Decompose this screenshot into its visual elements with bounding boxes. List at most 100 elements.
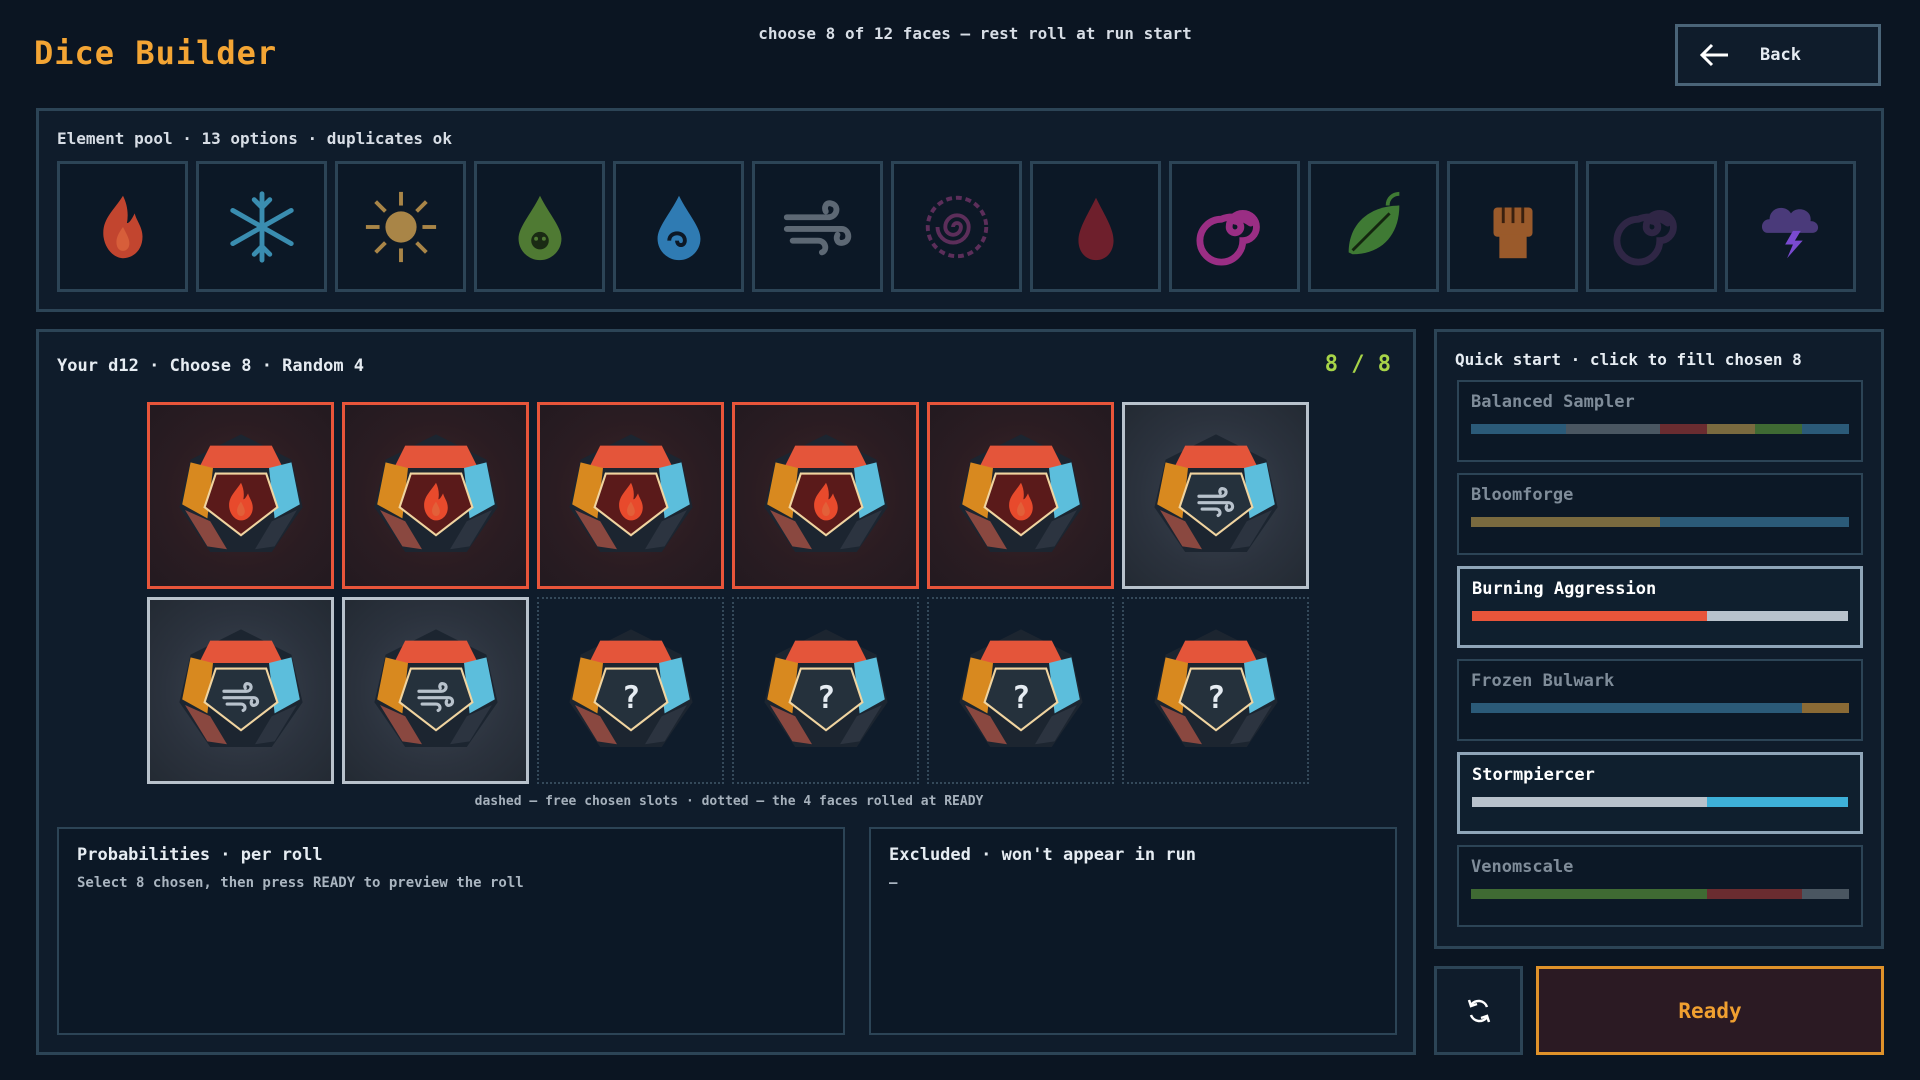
bar-segment xyxy=(1471,424,1566,434)
dice-label: Your d12 · Choose 8 · Random 4 xyxy=(57,356,365,376)
water-drop-icon xyxy=(657,195,700,260)
die-face-slot-5[interactable] xyxy=(927,402,1114,589)
dice-face-grid: ? ? ? ? xyxy=(147,402,1309,784)
question-mark-icon: ? xyxy=(621,679,640,715)
die-face-slot-1[interactable] xyxy=(147,402,334,589)
quick-start-label: Quick start · click to fill chosen 8 xyxy=(1455,350,1802,369)
preset-composition-bar xyxy=(1471,517,1849,527)
page-subtitle: choose 8 of 12 faces — rest roll at run … xyxy=(758,24,1192,43)
probabilities-title: Probabilities · per roll xyxy=(77,845,323,865)
bar-segment xyxy=(1707,797,1848,807)
die-face-slot-2[interactable] xyxy=(342,402,529,589)
pool-element-storm[interactable] xyxy=(1725,161,1856,292)
preset-composition-bar xyxy=(1471,889,1849,899)
question-mark-icon: ? xyxy=(1206,679,1225,715)
die-face-slot-9[interactable]: ? xyxy=(537,597,724,784)
preset-name: Burning Aggression xyxy=(1472,579,1657,599)
preset-name: Bloomforge xyxy=(1471,485,1574,505)
arrow-left-icon xyxy=(1699,43,1728,67)
die-face-slot-12[interactable]: ? xyxy=(1122,597,1309,784)
bar-segment xyxy=(1660,424,1708,434)
bar-segment xyxy=(1471,517,1660,527)
die-face-slot-7[interactable] xyxy=(147,597,334,784)
preset-name: Stormpiercer xyxy=(1472,765,1595,785)
preset-composition-bar xyxy=(1472,611,1848,621)
die-face-slot-8[interactable] xyxy=(342,597,529,784)
sun-icon xyxy=(365,191,436,262)
excluded-body: — xyxy=(889,875,898,891)
preset-frozen-bulwark[interactable]: Frozen Bulwark xyxy=(1457,659,1863,741)
wind-icon xyxy=(783,199,851,255)
excluded-title: Excluded · won't appear in run xyxy=(889,845,1197,865)
ready-button-label: Ready xyxy=(1678,998,1742,1023)
die-face-slot-3[interactable] xyxy=(537,402,724,589)
bar-segment xyxy=(1660,703,1802,713)
pool-element-wind[interactable] xyxy=(752,161,883,292)
die-face-slot-6[interactable] xyxy=(1122,402,1309,589)
bar-segment xyxy=(1471,889,1708,899)
bar-segment xyxy=(1707,889,1802,899)
pool-element-arcane[interactable] xyxy=(891,161,1022,292)
bar-segment xyxy=(1565,424,1660,434)
vortex-icon xyxy=(1196,209,1260,265)
snowflake-icon xyxy=(229,190,294,263)
fire-icon xyxy=(102,195,142,258)
bar-segment xyxy=(1801,424,1849,434)
preset-bloomforge[interactable]: Bloomforge xyxy=(1457,473,1863,555)
element-pool-label: Element pool · 13 options · duplicates o… xyxy=(57,129,452,148)
die-face-slot-10[interactable]: ? xyxy=(732,597,919,784)
refresh-button[interactable] xyxy=(1434,966,1523,1055)
bar-segment xyxy=(1754,424,1802,434)
pool-element-strength[interactable] xyxy=(1447,161,1578,292)
d12-die-icon xyxy=(568,433,693,552)
d12-die-icon xyxy=(373,628,498,747)
ready-button[interactable]: Ready xyxy=(1536,966,1884,1055)
pool-element-sun[interactable] xyxy=(335,161,466,292)
pool-element-frost[interactable] xyxy=(196,161,327,292)
d12-die-icon xyxy=(763,433,888,552)
dice-panel: Your d12 · Choose 8 · Random 4 8 / 8 ? ?… xyxy=(36,329,1416,1055)
die-face-slot-11[interactable]: ? xyxy=(927,597,1114,784)
preset-balanced-sampler[interactable]: Balanced Sampler xyxy=(1457,380,1863,462)
element-pool-row xyxy=(57,161,1856,292)
d12-die-icon xyxy=(1153,433,1278,552)
pool-element-nature[interactable] xyxy=(1308,161,1439,292)
excluded-panel: Excluded · won't appear in run — xyxy=(869,827,1397,1035)
element-pool-panel: Element pool · 13 options · duplicates o… xyxy=(36,108,1884,312)
d12-die-icon xyxy=(178,433,303,552)
refresh-icon xyxy=(1467,999,1490,1022)
arcane-sigil-icon xyxy=(925,195,988,258)
d12-die-icon: ? xyxy=(568,628,693,747)
bar-segment xyxy=(1707,424,1755,434)
pool-element-poison[interactable] xyxy=(474,161,605,292)
pool-element-water[interactable] xyxy=(613,161,744,292)
void-swirl-icon xyxy=(1613,209,1677,265)
pool-element-void[interactable] xyxy=(1586,161,1717,292)
d12-die-icon xyxy=(958,433,1083,552)
pool-element-blood[interactable] xyxy=(1030,161,1161,292)
preset-name: Venomscale xyxy=(1471,857,1574,877)
back-button-label: Back xyxy=(1760,45,1801,65)
leaf-icon xyxy=(1348,191,1399,254)
bar-segment xyxy=(1471,703,1660,713)
back-button[interactable]: Back xyxy=(1675,24,1881,86)
probabilities-panel: Probabilities · per roll Select 8 chosen… xyxy=(57,827,845,1035)
blood-drop-icon xyxy=(1077,197,1114,260)
preset-burning-aggression[interactable]: Burning Aggression xyxy=(1457,566,1863,648)
preset-composition-bar xyxy=(1471,424,1849,434)
question-mark-icon: ? xyxy=(1011,679,1030,715)
preset-venomscale[interactable]: Venomscale xyxy=(1457,845,1863,927)
preset-name: Balanced Sampler xyxy=(1471,392,1635,412)
bar-segment xyxy=(1472,611,1707,621)
pool-element-fire[interactable] xyxy=(57,161,188,292)
bar-segment xyxy=(1472,797,1707,807)
preset-stormpiercer[interactable]: Stormpiercer xyxy=(1457,752,1863,834)
fist-icon xyxy=(1493,207,1532,258)
dice-caption: dashed — free chosen slots · dotted — th… xyxy=(474,794,984,809)
d12-die-icon xyxy=(178,628,303,747)
question-mark-icon: ? xyxy=(816,679,835,715)
d12-die-icon: ? xyxy=(1153,628,1278,747)
die-face-slot-4[interactable] xyxy=(732,402,919,589)
bar-segment xyxy=(1660,517,1802,527)
pool-element-vortex[interactable] xyxy=(1169,161,1300,292)
